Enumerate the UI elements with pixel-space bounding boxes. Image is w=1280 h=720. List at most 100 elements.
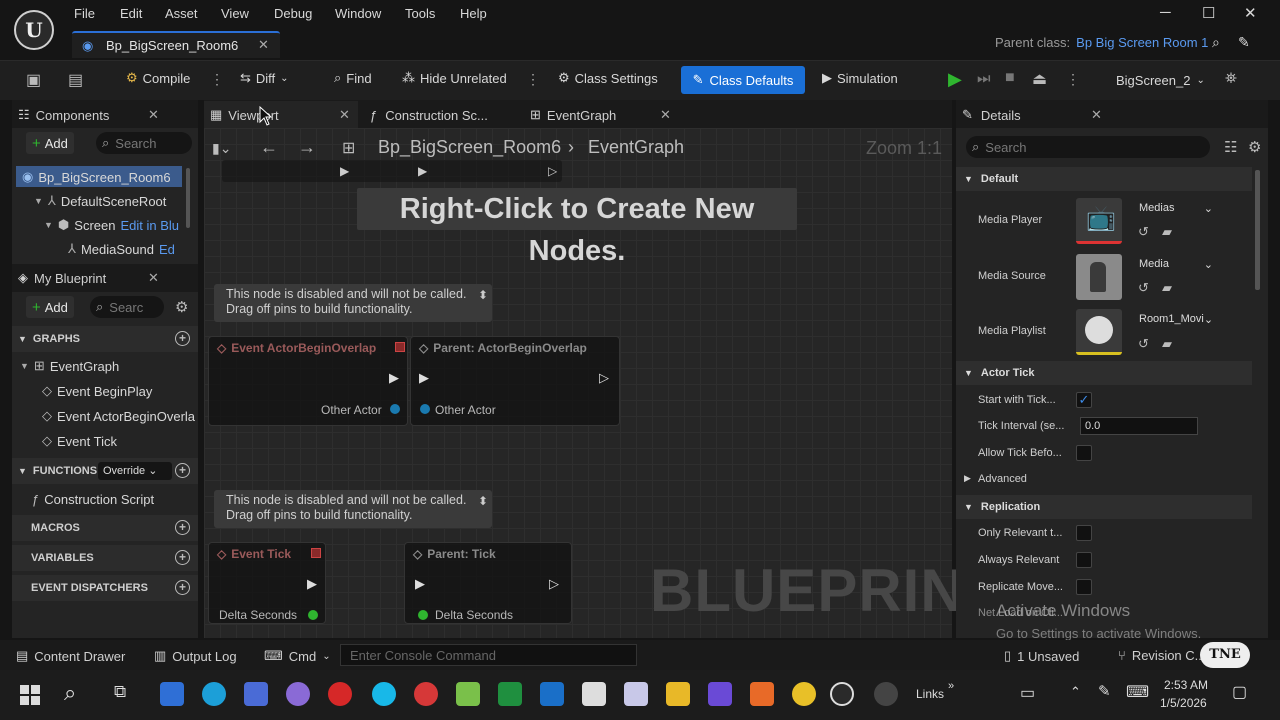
m365-icon[interactable] [456,682,480,706]
minimize-icon[interactable]: ─ [1160,4,1171,21]
component-screen[interactable]: ▼ ⬢ Screen Edit in Blu [44,217,179,233]
components-tab[interactable]: ☷ Components [18,101,168,129]
object-pin-icon[interactable] [390,404,400,414]
node-parent-tick[interactable]: ◇ Parent: Tick ▶ ▷ Delta Seconds [404,542,572,624]
outlook-icon[interactable] [540,682,564,706]
window-close-icon[interactable]: ✕ [1244,4,1257,22]
parent-class-link[interactable]: Bp Big Screen Room 1 [1076,35,1208,50]
file-explorer-icon[interactable] [666,682,690,706]
menu-edit[interactable]: Edit [120,6,142,21]
add-function-icon[interactable]: + [175,463,190,478]
float-pin-icon[interactable] [308,610,318,620]
edit-in-blueprint-link[interactable]: Edit in Blu [120,218,179,233]
forward-arrow-icon[interactable]: → [298,137,316,158]
replicate-movement-checkbox[interactable] [1076,579,1092,595]
function-construction-script[interactable]: ƒ Construction Script [32,492,154,507]
notification-icon[interactable]: ▢ [1232,682,1247,702]
search-icon[interactable]: ⌕ [64,680,76,706]
app-icon[interactable] [874,682,898,706]
app-icon[interactable] [244,682,268,706]
gear-icon[interactable]: ⚙ [175,298,188,316]
app-icon[interactable] [750,682,774,706]
gear-icon[interactable]: ⚙ [1248,138,1261,156]
add-component-button[interactable]: + Add [26,132,74,154]
category-default[interactable]: ▼ Default [956,167,1252,191]
search-icon[interactable]: ⌕ [1212,34,1220,51]
component-root[interactable]: ◉ Bp_BigScreen_Room6 [22,169,171,185]
exec-pin-icon[interactable]: ▶ [419,370,429,386]
media-source-thumbnail[interactable] [1076,254,1122,300]
close-icon[interactable]: ✕ [148,270,159,286]
bookmark-icon[interactable]: ▮⌄ [212,140,231,157]
details-search[interactable]: ⌕ Search [966,136,1210,158]
task-view-icon[interactable]: ⧉ [114,682,126,702]
windows-start-icon[interactable] [20,685,40,705]
components-search[interactable]: ⌕ Search [96,132,192,154]
unreal-engine-icon[interactable] [830,682,854,706]
class-defaults-button[interactable]: ✎ Class Defaults [681,66,805,94]
always-relevant-checkbox[interactable] [1076,552,1092,568]
links-toolbar[interactable]: Links [916,687,944,701]
debug-filter-icon[interactable]: ⛯ [1225,70,1237,87]
compile-button[interactable]: ⚙ Compile [126,70,190,86]
add-member-button[interactable]: + Add [26,296,74,318]
advanced-expander[interactable]: ▶ Advanced [964,473,1027,485]
menu-view[interactable]: View [221,6,249,21]
chevron-icon[interactable]: » [948,680,954,692]
simulation-button[interactable]: ▶ Simulation [822,70,898,86]
pen-icon[interactable]: ✎ [1098,682,1111,700]
exec-pin-icon[interactable]: ▶ [307,576,317,592]
close-icon[interactable]: ✕ [339,107,350,123]
reset-icon[interactable]: ↺ [1138,280,1149,296]
more-options-icon[interactable]: ⋮ [526,71,540,87]
edge-icon[interactable] [202,682,226,706]
category-replication[interactable]: ▼ Replication [956,495,1252,519]
component-mediasound[interactable]: ⅄ MediaSound Ed [68,241,175,257]
add-variable-icon[interactable]: + [175,550,190,565]
play-icon[interactable]: ▶ [948,69,962,90]
debug-object-select[interactable]: BigScreen_2 ⌄ [1110,67,1212,93]
exec-pin-icon[interactable]: ▶ [415,576,425,592]
back-arrow-icon[interactable]: ← [260,137,278,158]
only-relevant-checkbox[interactable] [1076,525,1092,541]
event-graph-canvas[interactable]: ▮⌄ ← → ⊞ Bp_BigScreen_Room6 › EventGraph… [204,128,1001,638]
node-event-tick[interactable]: ◇ Event Tick ▶ Delta Seconds [208,542,326,624]
edit-link[interactable]: Ed [159,242,175,257]
macros-section[interactable]: MACROS + [12,515,198,541]
media-playlist-dropdown[interactable]: Room1_Movi ⌄ [1133,309,1221,329]
partial-node[interactable]: ▶ ▶ ▷ [222,160,562,182]
tray-chevron-icon[interactable]: ⌃ [1070,684,1081,700]
allow-tick-before-checkbox[interactable] [1076,445,1092,461]
media-player-dropdown[interactable]: Medias ⌄ [1133,198,1221,218]
document-tab[interactable]: ◉ Bp_BigScreen_Room6 ✕ [72,31,280,58]
details-tab[interactable]: ✎ Details [962,101,1102,129]
details-scrollbar[interactable] [1255,170,1260,290]
play-options-icon[interactable]: ⋮ [1066,71,1080,87]
maximize-icon[interactable]: ☐ [1202,4,1215,22]
node-event-actorbeginoverlap[interactable]: ◇ Event ActorBeginOverlap ▶ Other Actor [208,336,408,426]
tab-eventgraph[interactable]: ⊞ EventGraph [530,101,650,129]
object-pin-icon[interactable] [420,404,430,414]
dispatchers-section[interactable]: EVENT DISPATCHERS + [12,575,198,601]
my-blueprint-search[interactable]: ⌕ Searc [90,296,164,318]
add-dispatcher-icon[interactable]: + [175,580,190,595]
notion-icon[interactable] [582,682,606,706]
reset-icon[interactable]: ↺ [1138,224,1149,240]
chrome-icon[interactable] [792,682,816,706]
exec-pin-icon[interactable]: ▷ [549,576,559,592]
component-defaultsceneroot[interactable]: ▼ ⅄ DefaultSceneRoot [34,193,166,209]
save-icon[interactable]: ▣ [26,70,41,90]
graph-event-actorbeginoverlap[interactable]: ◇ Event ActorBeginOverla [42,408,195,424]
browse-folder-icon[interactable]: ▰ [1162,336,1172,352]
clock-date[interactable]: 1/5/2026 [1160,696,1207,710]
class-settings-button[interactable]: ⚙ Class Settings [558,70,658,86]
hide-unrelated-button[interactable]: ⁂ Hide Unrelated [402,70,507,86]
close-icon[interactable]: ✕ [1091,107,1102,123]
opera-icon[interactable] [328,682,352,706]
input-icon[interactable]: ⌨ [1126,682,1149,702]
content-drawer-button[interactable]: ▤ Content Drawer [16,648,125,664]
browse-folder-icon[interactable]: ▰ [1162,280,1172,296]
graph-eventgraph[interactable]: ▼ ⊞ EventGraph [20,358,119,374]
add-macro-icon[interactable]: + [175,520,190,535]
close-icon[interactable]: ✕ [660,107,671,123]
